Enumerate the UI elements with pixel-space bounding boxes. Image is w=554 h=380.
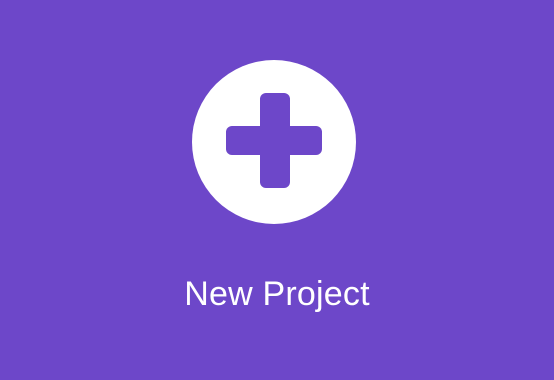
new-project-label: New Project xyxy=(184,275,370,313)
plus-icon xyxy=(226,93,322,188)
plus-circle[interactable] xyxy=(192,60,356,224)
new-project-button[interactable]: New Project xyxy=(0,0,554,380)
